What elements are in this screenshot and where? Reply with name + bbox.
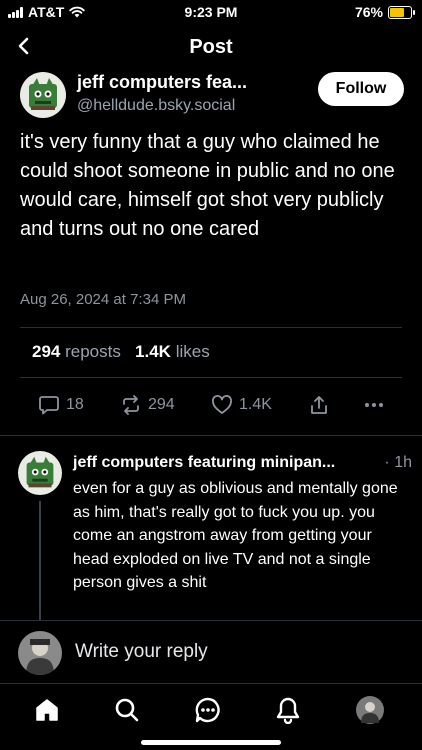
comment-icon — [39, 396, 59, 415]
more-dots-icon — [365, 403, 383, 407]
reply-time: · 1h — [384, 454, 412, 471]
status-bar: AT&T 9:23 PM 76% — [0, 0, 422, 24]
reply-composer[interactable]: Write your reply — [0, 620, 422, 684]
repost-button[interactable]: 294 — [120, 393, 175, 417]
reposts-label[interactable]: reposts — [65, 342, 121, 361]
avatar — [18, 631, 62, 675]
post-author: jeff computers fea... @helldude.bsky.soc… — [20, 72, 404, 120]
author-name[interactable]: jeff computers fea... — [77, 72, 247, 93]
battery-fill — [390, 7, 404, 17]
post-timestamp: Aug 26, 2024 at 7:34 PM — [20, 291, 186, 308]
tab-profile[interactable] — [354, 694, 386, 726]
chat-icon — [195, 697, 220, 723]
reply-author-name[interactable]: jeff computers featuring minipan... — [73, 454, 335, 472]
battery-group: 76% — [354, 4, 415, 20]
share-icon — [311, 396, 327, 414]
page-title: Post — [189, 36, 233, 58]
tab-search[interactable] — [111, 694, 143, 726]
home-indicator — [141, 740, 281, 745]
profile-avatar — [356, 696, 384, 724]
likes-count[interactable]: 1.4K — [135, 342, 171, 361]
avatar[interactable] — [18, 451, 62, 495]
battery-icon — [388, 5, 415, 19]
tab-home[interactable] — [31, 694, 63, 726]
heart-icon — [212, 395, 232, 414]
reply-text: even for a guy as oblivious and mentally… — [73, 480, 398, 592]
tab-bar — [0, 683, 422, 739]
avatar[interactable] — [20, 72, 66, 118]
battery-percent: 76% — [354, 4, 383, 20]
reply-button[interactable]: 18 — [38, 393, 84, 417]
post-text: it's very funny that a guy who claimed h… — [20, 131, 395, 240]
more-button[interactable] — [362, 393, 386, 417]
divider — [20, 377, 402, 378]
home-icon — [36, 699, 58, 721]
reposts-count[interactable]: 294 — [32, 342, 60, 361]
author-handle[interactable]: @helldude.bsky.social — [77, 97, 235, 115]
divider — [20, 327, 402, 328]
repost-count: 294 — [148, 396, 175, 413]
reply-post[interactable]: jeff computers featuring minipan... · 1h… — [0, 445, 422, 621]
tab-notifications[interactable] — [272, 694, 304, 726]
like-button[interactable]: 1.4K — [211, 393, 272, 417]
reply-count: 18 — [66, 396, 84, 413]
nav-bar: Post — [0, 28, 422, 66]
share-button[interactable] — [308, 393, 330, 417]
bell-icon — [276, 697, 300, 724]
follow-button[interactable]: Follow — [318, 72, 404, 106]
divider — [0, 435, 422, 436]
likes-label[interactable]: likes — [176, 342, 210, 361]
engagement-stats: 294 reposts 1.4K likes — [32, 342, 210, 362]
reply-input[interactable]: Write your reply — [75, 641, 208, 663]
search-icon — [115, 698, 139, 722]
post-actions: 18 294 1.4K — [38, 393, 390, 417]
thread-line — [39, 501, 41, 621]
like-count: 1.4K — [239, 396, 272, 413]
repost-icon — [123, 395, 139, 415]
tab-messages[interactable] — [192, 694, 224, 726]
